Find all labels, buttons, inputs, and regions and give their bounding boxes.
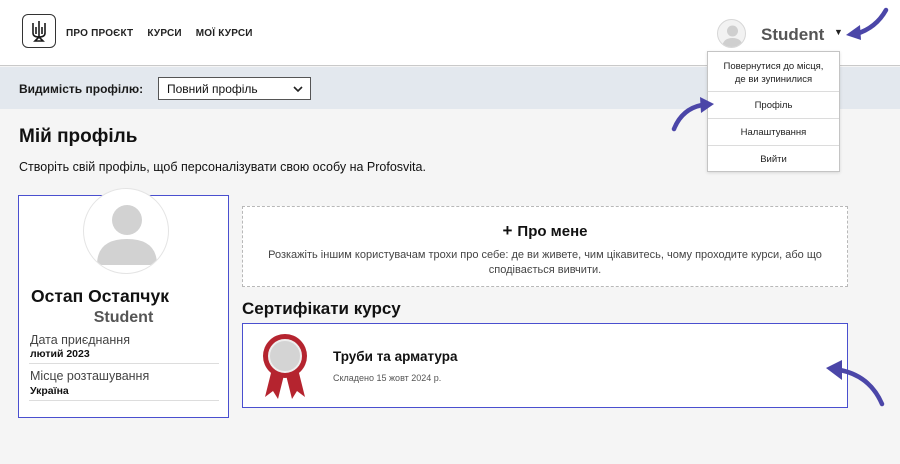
visibility-selected-value: Повний профіль (167, 82, 258, 96)
user-dropdown-menu: Повернутися до місця, де ви зупинилися П… (707, 51, 840, 172)
profile-avatar-icon[interactable] (83, 188, 169, 274)
chevron-down-icon (293, 86, 303, 93)
menu-item-logout[interactable]: Вийти (708, 153, 839, 166)
profile-divider (29, 363, 219, 364)
trident-logo-icon[interactable] (22, 14, 56, 48)
user-menu-button[interactable]: Student (761, 25, 824, 45)
location-label: Місце розташування (30, 369, 150, 383)
profile-divider (29, 400, 219, 401)
menu-divider (708, 118, 839, 119)
joined-label: Дата приєднання (30, 333, 130, 347)
avatar-icon[interactable] (717, 19, 746, 48)
nav-about-project[interactable]: ПРО ПРОЄКТ (66, 28, 133, 39)
nav-courses[interactable]: КУРСИ (147, 28, 181, 39)
menu-item-settings[interactable]: Налаштування (708, 126, 839, 139)
nav-my-courses[interactable]: МОЇ КУРСИ (196, 28, 253, 39)
menu-item-resume[interactable]: Повернутися до місця, де ви зупинилися (708, 60, 839, 86)
page-title: Мій профіль (19, 126, 138, 147)
annotation-arrow-icon (846, 7, 889, 40)
certificate-title[interactable]: Труби та арматура (333, 349, 458, 364)
certificate-badge-icon (263, 334, 307, 399)
profile-card: Остап Остапчук Student Дата приєднання л… (18, 188, 229, 418)
plus-icon: + (502, 221, 513, 240)
joined-value: лютий 2023 (30, 348, 90, 360)
visibility-select[interactable]: Повний профіль (158, 77, 311, 100)
about-me-section[interactable]: + Про мене Розкажіть іншим користувачам т… (242, 206, 848, 287)
annotation-arrow-icon (671, 97, 714, 132)
menu-item-profile[interactable]: Профіль (708, 99, 839, 112)
main-nav: ПРО ПРОЄКТ КУРСИ МОЇ КУРСИ (66, 28, 253, 39)
location-value: Україна (30, 385, 69, 397)
visibility-label: Видимість профілю: (19, 82, 144, 96)
profile-full-name: Остап Остапчук (31, 286, 169, 306)
certificates-heading: Сертифікати курсу (242, 299, 401, 318)
certificate-date: Складено 15 жовт 2024 р. (333, 373, 442, 383)
certificate-card[interactable]: Труби та арматура Складено 15 жовт 2024 … (242, 323, 848, 408)
about-me-title[interactable]: + Про мене (243, 221, 847, 241)
page-subtitle: Створіть свій профіль, щоб персоналізува… (19, 160, 426, 174)
menu-divider (708, 145, 839, 146)
about-me-hint: Розкажіть іншим користувачам трохи про с… (268, 249, 822, 276)
profile-username: Student (93, 309, 154, 326)
menu-divider (708, 91, 839, 92)
annotation-arrow-icon (826, 360, 885, 407)
